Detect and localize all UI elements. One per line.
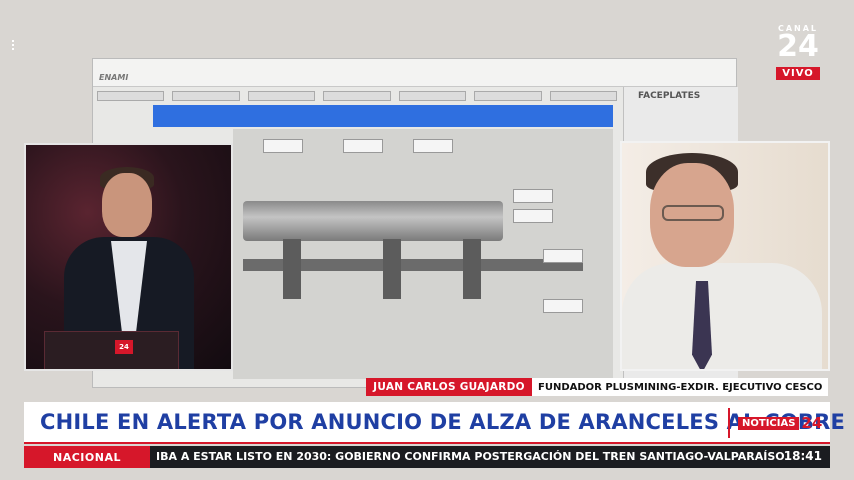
headline-bar: CHILE EN ALERTA POR ANUNCIO DE ALZA DE A… bbox=[24, 402, 845, 444]
guest-shirt bbox=[622, 263, 822, 369]
channel-logo: CANAL 24 VIVO bbox=[770, 24, 826, 80]
hmi-tab bbox=[97, 91, 165, 101]
hmi-menubar bbox=[93, 59, 736, 87]
hmi-tab-strip bbox=[97, 91, 617, 105]
headline-divider bbox=[728, 408, 730, 438]
hmi-tab bbox=[549, 91, 617, 101]
ticker-headline: IBA A ESTAR LISTO EN 2030: GOBIERNO CONF… bbox=[156, 450, 785, 463]
guest-glasses bbox=[662, 205, 724, 221]
hmi-readout bbox=[513, 209, 553, 223]
news-ticker: NACIONAL IBA A ESTAR LISTO EN 2030: GOBI… bbox=[24, 446, 830, 468]
hmi-tab bbox=[398, 91, 467, 101]
hmi-readout bbox=[513, 189, 553, 203]
live-badge: VIVO bbox=[776, 67, 820, 80]
hmi-tab bbox=[172, 91, 240, 101]
ticker-clock: 18:41 bbox=[783, 449, 822, 463]
noticias-word: NOTICIAS bbox=[738, 416, 800, 430]
anchor-video-panel: 24 bbox=[24, 143, 233, 371]
hmi-support bbox=[383, 239, 401, 299]
guest-video-panel bbox=[620, 141, 830, 371]
hmi-readout bbox=[543, 299, 583, 313]
guest-name-tag: JUAN CARLOS GUAJARDO bbox=[366, 378, 532, 396]
faceplates-title: FACEPLATES bbox=[638, 91, 701, 101]
headline-text: CHILE EN ALERTA POR ANUNCIO DE ALZA DE A… bbox=[40, 410, 846, 434]
desk-logo: 24 bbox=[115, 340, 133, 354]
hmi-readout bbox=[343, 139, 383, 153]
guest-role-tag: FUNDADOR PLUSMINING-EXDIR. EJECUTIVO CES… bbox=[532, 378, 828, 396]
hmi-support bbox=[463, 239, 481, 299]
hmi-tab bbox=[323, 91, 391, 101]
hmi-readout bbox=[263, 139, 303, 153]
logo-number: 24 bbox=[777, 29, 819, 64]
hmi-readout bbox=[413, 139, 453, 153]
hmi-kiln bbox=[243, 201, 503, 241]
hmi-logo: ENAMI bbox=[99, 73, 129, 82]
ticker-section-label: NACIONAL bbox=[24, 446, 150, 468]
hmi-tab bbox=[247, 91, 316, 101]
hmi-tab bbox=[474, 91, 542, 101]
hmi-support bbox=[283, 239, 301, 299]
hmi-readout bbox=[543, 249, 583, 263]
side-decoration bbox=[12, 40, 15, 50]
noticias-logo: NOTICIAS 24 bbox=[738, 414, 823, 432]
anchor-head bbox=[102, 173, 152, 237]
anchor-desk: 24 bbox=[44, 331, 179, 369]
hmi-blue-band bbox=[153, 105, 613, 127]
noticias-number: 24 bbox=[801, 414, 823, 432]
